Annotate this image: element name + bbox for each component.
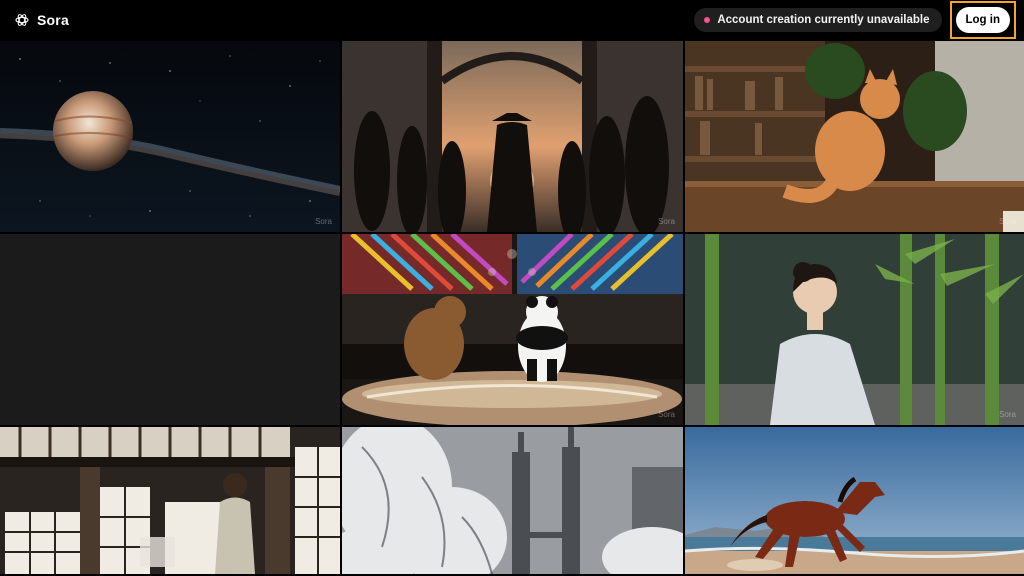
orange-cat-thumbnail xyxy=(685,41,1024,232)
brand[interactable]: Sora xyxy=(14,12,69,28)
horse-beach-thumbnail xyxy=(685,427,1024,574)
watermark: Sora xyxy=(999,217,1016,226)
video-tile-silhouette-crowd[interactable]: Sora xyxy=(342,41,683,232)
video-tile-orange-cat[interactable]: Sora xyxy=(685,41,1024,232)
login-button[interactable]: Log in xyxy=(955,7,1010,33)
top-header: Sora Account creation currently unavaila… xyxy=(0,0,1024,40)
status-dot-icon xyxy=(704,17,711,23)
login-highlight: Log in xyxy=(949,1,1016,39)
video-tile-woman-bamboo[interactable]: Sora xyxy=(685,234,1024,425)
openai-knot-icon xyxy=(14,12,30,28)
video-tile-snow-towers[interactable] xyxy=(342,427,683,574)
header-actions: Account creation currently unavailable L… xyxy=(694,1,1016,39)
video-grid: Sora Sora Sora Sora Sora xyxy=(0,41,1024,576)
silhouette-crowd-thumbnail xyxy=(342,41,683,232)
account-notice-text: Account creation currently unavailable xyxy=(717,14,930,26)
panda-bear-sumo-thumbnail xyxy=(342,234,683,425)
sora-app: Sora Account creation currently unavaila… xyxy=(0,0,1024,576)
watermark: Sora xyxy=(658,410,675,419)
video-tile-space-planet[interactable]: Sora xyxy=(0,41,340,232)
space-planet-thumbnail xyxy=(0,41,340,232)
video-tile-empty[interactable] xyxy=(0,234,340,425)
snow-towers-thumbnail xyxy=(342,427,683,574)
video-tile-panda-bear-sumo[interactable]: Sora xyxy=(342,234,683,425)
account-notice-badge: Account creation currently unavailable xyxy=(694,8,942,32)
woman-bamboo-thumbnail xyxy=(685,234,1024,425)
watermark: Sora xyxy=(999,410,1016,419)
japanese-room-thumbnail xyxy=(0,427,340,574)
watermark: Sora xyxy=(658,217,675,226)
video-tile-japanese-room[interactable] xyxy=(0,427,340,574)
watermark: Sora xyxy=(315,217,332,226)
brand-name: Sora xyxy=(37,12,69,28)
video-tile-horse-beach[interactable] xyxy=(685,427,1024,574)
